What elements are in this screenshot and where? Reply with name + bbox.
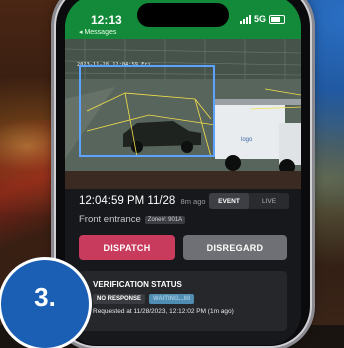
- foreground-ground: [65, 171, 301, 189]
- verification-card: VERIFICATION STATUS NO RESPONSE WAITING.…: [79, 271, 287, 331]
- tab-event[interactable]: EVENT: [209, 193, 249, 209]
- event-location: Front entrance Zone#: 901A: [79, 214, 186, 225]
- event-time: 12:04:59 PM 11/28 8m ago: [79, 195, 206, 207]
- event-datetime: 12:04:59 PM 11/28: [79, 195, 176, 207]
- signal-icon: [239, 14, 251, 24]
- tab-live[interactable]: LIVE: [249, 193, 289, 209]
- event-info-panel: 12:04:59 PM 11/28 8m ago EVENT LIVE Fron…: [65, 189, 301, 345]
- disregard-button[interactable]: DISREGARD: [183, 235, 287, 260]
- dispatch-button[interactable]: DISPATCH: [79, 235, 175, 260]
- detection-bounding-box: [79, 65, 215, 157]
- dynamic-island: [137, 3, 229, 27]
- view-mode-toggle: EVENT LIVE: [209, 193, 289, 209]
- step-number-badge: 3.: [1, 260, 89, 348]
- verification-badges: NO RESPONSE WAITING...60: [93, 294, 195, 304]
- step-number: 3.: [34, 282, 56, 312]
- network-label: 5G: [253, 14, 266, 24]
- location-name: Front entrance: [79, 214, 141, 225]
- requested-timestamp: Requested at 11/28/2023, 12:12:02 PM (1m…: [93, 308, 234, 315]
- phone-screen: 12:13 ◂ Messages 5G logo 2023-11-28 12:0…: [65, 0, 301, 345]
- status-bar: 12:13 ◂ Messages 5G: [65, 0, 301, 39]
- zone-badge: Zone#: 901A: [144, 215, 186, 224]
- no-response-badge: NO RESPONSE: [93, 294, 146, 304]
- camera-feed[interactable]: logo 2023-11-28 12:04:59 Fri: [65, 39, 301, 189]
- event-elapsed: 8m ago: [180, 197, 206, 206]
- svg-text:logo: logo: [241, 137, 253, 143]
- verification-title: VERIFICATION STATUS: [93, 280, 182, 289]
- status-clock: 12:13: [91, 13, 122, 27]
- battery-icon: [269, 14, 285, 24]
- waiting-countdown-badge: WAITING...60: [149, 294, 195, 304]
- system-icons: 5G: [239, 14, 285, 24]
- phone-frame: 12:13 ◂ Messages 5G logo 2023-11-28 12:0…: [56, 0, 310, 346]
- back-to-messages-link[interactable]: ◂ Messages: [79, 28, 116, 36]
